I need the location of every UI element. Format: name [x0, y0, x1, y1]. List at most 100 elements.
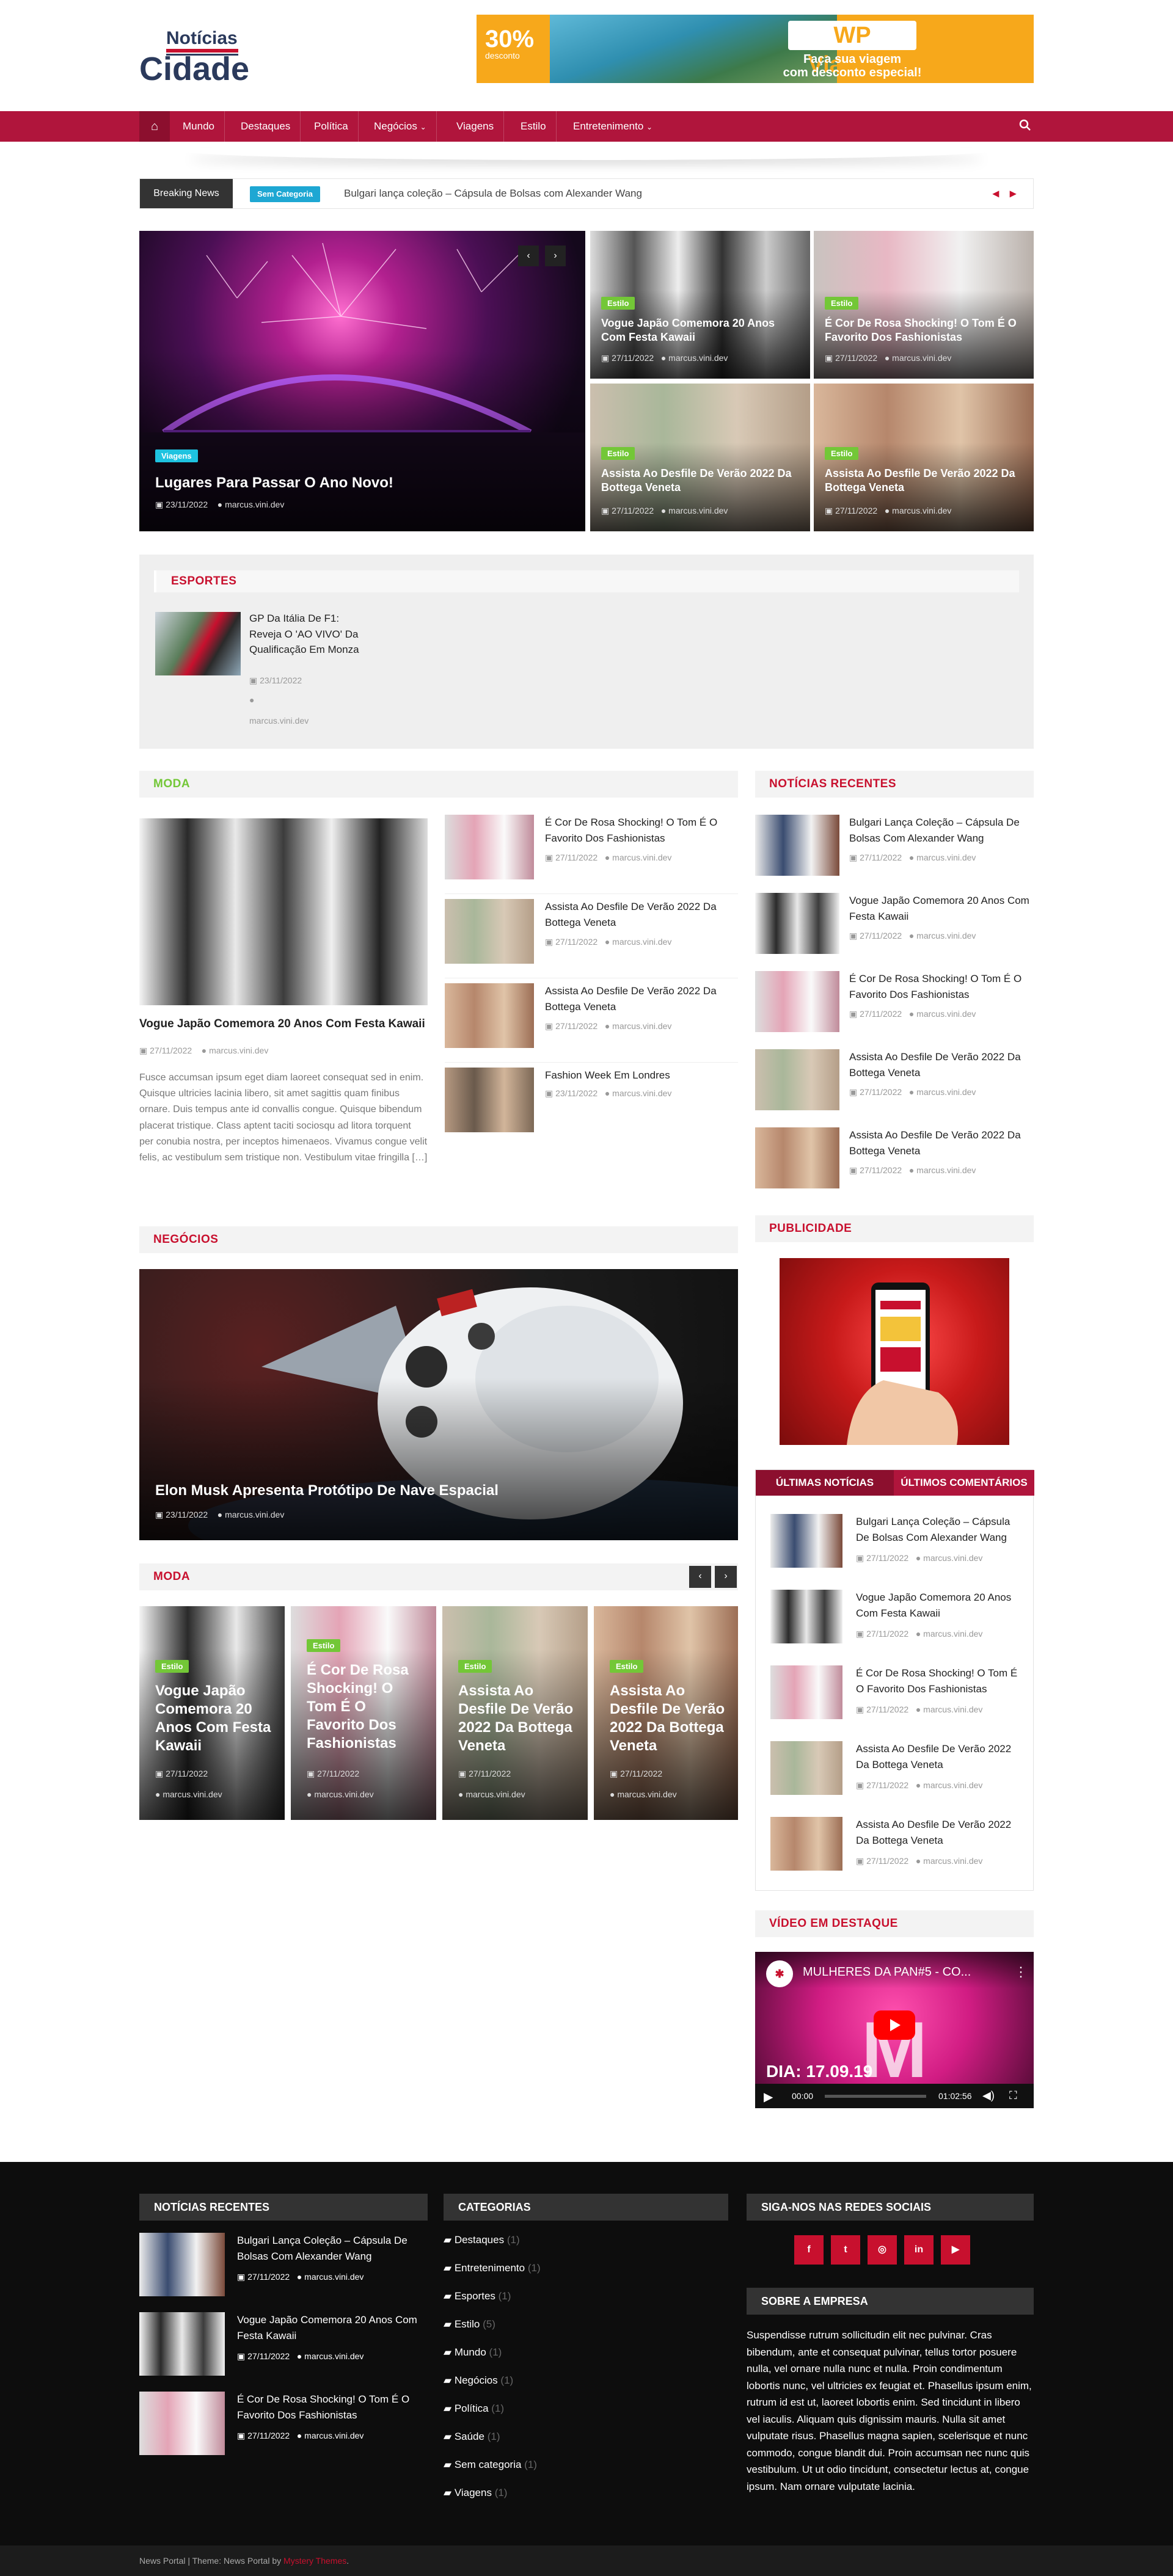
moda2-card[interactable]: Estilo Vogue Japão Comemora 20 Anos Com … [139, 1606, 285, 1820]
moda-list-title[interactable]: Assista Ao Desfile De Verão 2022 Da Bott… [545, 899, 734, 930]
hero-main-badge[interactable]: Viagens [155, 449, 198, 462]
category-item[interactable]: ▰ Esportes (1) [444, 2290, 511, 2302]
footer-recentes-title[interactable]: É Cor De Rosa Shocking! O Tom É O Favori… [237, 2392, 428, 2423]
hero-post-2-title[interactable]: É Cor De Rosa Shocking! O Tom É O Favori… [825, 316, 1020, 344]
facebook-icon[interactable]: f [794, 2235, 824, 2265]
moda2-card-title[interactable]: Vogue Japão Comemora 20 Anos Com Festa K… [155, 1682, 275, 1755]
nav-item-politica[interactable]: Política [304, 111, 359, 142]
category-item[interactable]: ▰ Entretenimento (1) [444, 2262, 541, 2274]
moda-list-title[interactable]: É Cor De Rosa Shocking! O Tom É O Favori… [545, 815, 734, 846]
breaking-category-badge[interactable]: Sem Categoria [250, 186, 321, 202]
volume-icon[interactable]: ◀) [982, 2089, 995, 2102]
hero-post-1[interactable]: Estilo Vogue Japão Comemora 20 Anos Com … [590, 231, 810, 379]
footer-recentes-title[interactable]: Bulgari Lança Coleção – Cápsula De Bolsa… [237, 2233, 428, 2264]
recentes-item-title[interactable]: Vogue Japão Comemora 20 Anos Com Festa K… [849, 893, 1032, 924]
search-icon[interactable] [1019, 119, 1034, 134]
category-item[interactable]: ▰ Mundo (1) [444, 2346, 502, 2359]
moda-main-title[interactable]: Vogue Japão Comemora 20 Anos Com Festa K… [139, 1017, 425, 1031]
esportes-post-title[interactable]: GP Da Itália De F1: Reveja O 'AO VIVO' D… [249, 611, 371, 658]
hero-post-3-title[interactable]: Assista Ao Desfile De Verão 2022 Da Bott… [601, 467, 797, 494]
moda2-card-badge[interactable]: Estilo [458, 1660, 492, 1673]
footer-recentes-thumb[interactable] [139, 2392, 225, 2455]
tabs-item-title[interactable]: Vogue Japão Comemora 20 Anos Com Festa K… [856, 1590, 1022, 1621]
arrow-right-icon[interactable]: ▸ [1010, 179, 1016, 208]
hero-main-post[interactable]: ‹ › Viagens Lugares Para Passar O Ano No… [139, 231, 585, 531]
linkedin-icon[interactable]: in [904, 2235, 934, 2265]
progress-track[interactable] [825, 2095, 926, 2098]
recentes-thumb[interactable] [755, 971, 839, 1032]
hero-post-1-badge[interactable]: Estilo [601, 297, 635, 310]
slider-next-button[interactable]: › [545, 246, 566, 266]
hero-post-4-title[interactable]: Assista Ao Desfile De Verão 2022 Da Bott… [825, 467, 1020, 494]
recentes-thumb[interactable] [755, 1127, 839, 1188]
negocios-post[interactable]: Elon Musk Apresenta Protótipo De Nave Es… [139, 1269, 738, 1540]
youtube-play-icon[interactable] [874, 2010, 915, 2040]
hero-post-2-badge[interactable]: Estilo [825, 297, 859, 310]
slider-prev-button[interactable]: ‹ [518, 246, 539, 266]
recentes-item-title[interactable]: Assista Ao Desfile De Verão 2022 Da Bott… [849, 1127, 1032, 1159]
video-title-text[interactable]: MULHERES DA PAN#5 - CO... [803, 1965, 971, 1979]
moda2-card[interactable]: Estilo Assista Ao Desfile De Verão 2022 … [594, 1606, 738, 1820]
video-player[interactable]: ✱ MULHERES DA PAN#5 - CO... ⋮ M DIA: 17.… [755, 1952, 1034, 2108]
tabs-item-title[interactable]: É Cor De Rosa Shocking! O Tom É O Favori… [856, 1665, 1022, 1697]
fullscreen-icon[interactable]: ⛶ [1009, 2089, 1017, 2102]
nav-item-negocios[interactable]: Negócios ⌄ [364, 111, 437, 142]
nav-item-viagens[interactable]: Viagens [447, 111, 505, 142]
tabs-item-title[interactable]: Assista Ao Desfile De Verão 2022 Da Bott… [856, 1817, 1022, 1848]
footer-recentes-thumb[interactable] [139, 2233, 225, 2296]
home-icon[interactable]: ⌂ [139, 111, 170, 142]
category-item[interactable]: ▰ Negócios (1) [444, 2374, 513, 2387]
nav-item-destaques[interactable]: Destaques [231, 111, 301, 142]
recentes-item-title[interactable]: É Cor De Rosa Shocking! O Tom É O Favori… [849, 971, 1032, 1002]
nav-item-mundo[interactable]: Mundo [173, 111, 225, 142]
tabs-item-title[interactable]: Assista Ao Desfile De Verão 2022 Da Bott… [856, 1741, 1022, 1772]
twitter-icon[interactable]: t [831, 2235, 860, 2265]
category-item[interactable]: ▰ Política (1) [444, 2403, 504, 2415]
footer-recentes-thumb[interactable] [139, 2312, 225, 2376]
carousel-prev-button[interactable]: ‹ [689, 1566, 711, 1588]
tabs-item-title[interactable]: Bulgari Lança Coleção – Cápsula De Bolsa… [856, 1514, 1022, 1545]
tab-ultimos-comentarios[interactable]: ÚLTIMOS COMENTÁRIOS [894, 1470, 1034, 1496]
nav-item-entretenimento[interactable]: Entretenimento ⌄ [563, 111, 662, 142]
channel-avatar[interactable]: ✱ [766, 1960, 793, 1987]
hero-main-title[interactable]: Lugares Para Passar O Ano Novo! [155, 474, 393, 492]
recentes-item-title[interactable]: Assista Ao Desfile De Verão 2022 Da Bott… [849, 1049, 1032, 1080]
moda-list-thumb[interactable] [445, 899, 534, 964]
recentes-item-title[interactable]: Bulgari Lança Coleção – Cápsula De Bolsa… [849, 815, 1032, 846]
moda-list-title[interactable]: Assista Ao Desfile De Verão 2022 Da Bott… [545, 983, 734, 1014]
moda-list-thumb[interactable] [445, 1068, 534, 1132]
category-item[interactable]: ▰ Estilo (5) [444, 2318, 495, 2330]
moda2-card-badge[interactable]: Estilo [610, 1660, 644, 1673]
esportes-f1-image[interactable] [155, 612, 241, 675]
moda2-card[interactable]: Estilo Assista Ao Desfile De Verão 2022 … [442, 1606, 588, 1820]
credit-link[interactable]: Mystery Themes [283, 2556, 346, 2566]
youtube-icon[interactable]: ▶ [941, 2235, 970, 2265]
category-item[interactable]: ▰ Viagens (1) [444, 2487, 507, 2499]
hero-post-1-title[interactable]: Vogue Japão Comemora 20 Anos Com Festa K… [601, 316, 797, 344]
moda2-card-title[interactable]: Assista Ao Desfile De Verão 2022 Da Bott… [458, 1682, 578, 1755]
tabs-thumb[interactable] [770, 1741, 842, 1795]
carousel-next-button[interactable]: › [715, 1566, 737, 1588]
moda2-card-badge[interactable]: Estilo [155, 1660, 189, 1673]
breaking-news-link[interactable]: Bulgari lança coleção – Cápsula de Bolsa… [344, 179, 642, 208]
tabs-thumb[interactable] [770, 1514, 842, 1568]
category-item[interactable]: ▰ Destaques (1) [444, 2234, 520, 2246]
instagram-icon[interactable]: ◎ [868, 2235, 897, 2265]
negocios-post-title[interactable]: Elon Musk Apresenta Protótipo De Nave Es… [155, 1482, 499, 1500]
tabs-thumb[interactable] [770, 1665, 842, 1719]
moda2-card-title[interactable]: É Cor De Rosa Shocking! O Tom É O Favori… [307, 1661, 426, 1753]
tabs-thumb[interactable] [770, 1590, 842, 1643]
category-item[interactable]: ▰ Sem categoria (1) [444, 2459, 537, 2471]
nav-item-estilo[interactable]: Estilo [511, 111, 557, 142]
footer-recentes-title[interactable]: Vogue Japão Comemora 20 Anos Com Festa K… [237, 2312, 428, 2343]
hero-post-2[interactable]: Estilo É Cor De Rosa Shocking! O Tom É O… [814, 231, 1034, 379]
tab-ultimas-noticias[interactable]: ÚLTIMAS NOTÍCIAS [756, 1470, 894, 1496]
hero-post-4[interactable]: Estilo Assista Ao Desfile De Verão 2022 … [814, 384, 1034, 531]
moda2-card[interactable]: Estilo É Cor De Rosa Shocking! O Tom É O… [291, 1606, 436, 1820]
moda2-card-title[interactable]: Assista Ao Desfile De Verão 2022 Da Bott… [610, 1682, 729, 1755]
hero-post-3-badge[interactable]: Estilo [601, 447, 635, 460]
hero-post-4-badge[interactable]: Estilo [825, 447, 859, 460]
recentes-thumb[interactable] [755, 893, 839, 954]
hero-post-3[interactable]: Estilo Assista Ao Desfile De Verão 2022 … [590, 384, 810, 531]
arrow-left-icon[interactable]: ◂ [993, 179, 999, 208]
